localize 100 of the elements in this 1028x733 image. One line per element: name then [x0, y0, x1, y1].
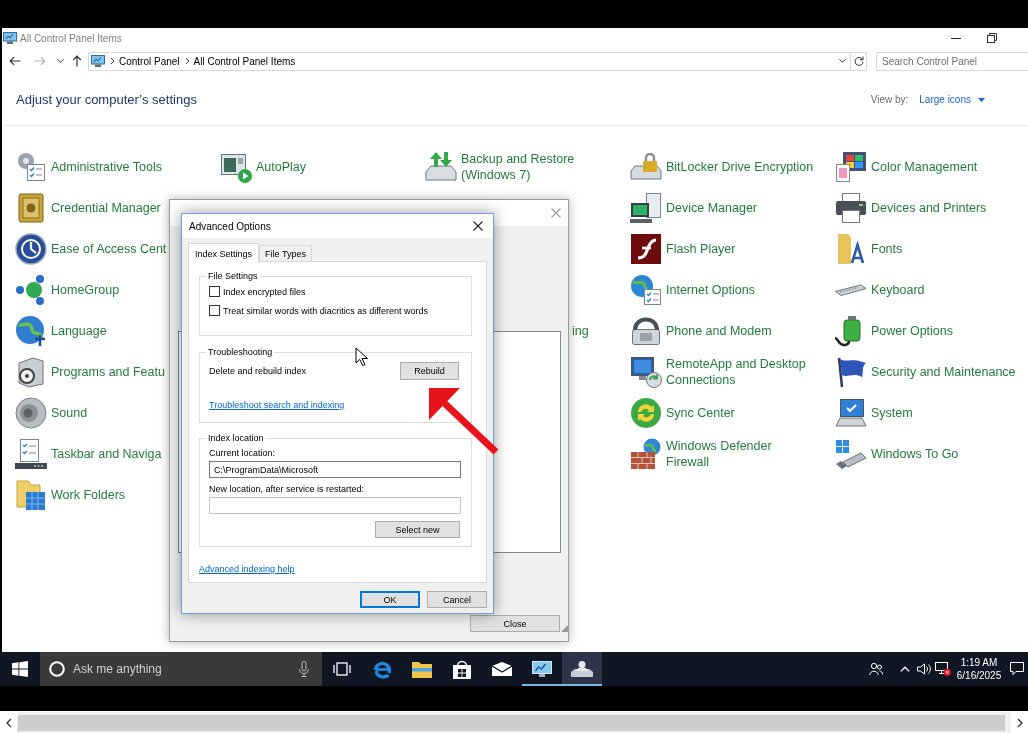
clock-time: 1:19 AM — [960, 656, 998, 669]
address-bar[interactable]: Control Panel All Control Panel Items — [88, 51, 851, 71]
sync-icon — [630, 396, 662, 429]
tab[interactable]: Index Settings — [188, 243, 260, 263]
control-panel-item[interactable]: Power Options — [835, 314, 953, 347]
control-panel-item[interactable]: Credential Manager — [15, 191, 161, 224]
control-panel-item[interactable]: Device Manager — [630, 191, 757, 224]
globe-icon — [15, 314, 47, 347]
input-field[interactable]: C:\ProgramData\Microsoft — [209, 461, 461, 478]
control-panel-item[interactable]: Sync Center — [630, 396, 735, 429]
up-arrow-icon — [72, 55, 82, 67]
arrow-icon — [427, 386, 501, 456]
browser-icon — [372, 659, 392, 679]
chevron-right-icon — [110, 57, 115, 65]
control-panel-item[interactable]: Internet Options — [630, 273, 755, 306]
chevron-up-icon — [900, 666, 910, 672]
control-panel-item[interactable]: Windows To Go — [835, 437, 959, 470]
control-panel-item[interactable]: Devices and Printers — [835, 191, 987, 224]
dialog-button[interactable]: Cancel — [427, 591, 487, 608]
safe-icon — [15, 191, 47, 224]
control-panel-item[interactable]: Windows Defender Firewall — [630, 437, 816, 470]
control-panel-item[interactable]: Security and Maintenance — [835, 355, 1016, 388]
chevron-right-icon — [184, 57, 190, 65]
search-input[interactable]: Ask me anything — [73, 658, 295, 680]
control-panel-item[interactable]: Taskbar and Naviga — [15, 437, 162, 470]
control-panel-item[interactable]: Ease of Access Cent — [15, 232, 167, 265]
help-link[interactable]: Advanced indexing help — [199, 564, 295, 574]
group-title: File Settings — [207, 271, 259, 282]
control-panel-item[interactable]: RemoteApp and Desktop Connections — [630, 355, 816, 388]
brick-wall-globe-icon — [630, 437, 662, 470]
close-icon — [551, 208, 561, 218]
checkbox-label: Index encrypted files — [223, 286, 306, 297]
chevron-left-icon — [5, 717, 12, 728]
shopping-bag-icon — [453, 659, 471, 679]
taskbar-app-button[interactable] — [562, 652, 602, 686]
speaker-icon — [917, 663, 931, 675]
speech-bubble-icon — [1010, 662, 1024, 676]
monitor-chart-icon — [3, 32, 17, 44]
chevron-down-icon — [56, 59, 64, 63]
scrollbar-thumb[interactable] — [18, 714, 1005, 731]
group-title: Troubleshooting — [207, 347, 274, 358]
control-panel-item[interactable]: HomeGroup — [15, 273, 120, 306]
speaker-icon — [15, 396, 47, 429]
laptop-icon — [835, 396, 867, 429]
clock-date: 6/16/2025 — [956, 669, 1002, 682]
drive-padlock-icon — [630, 150, 662, 183]
select-new-button[interactable]: Select new — [375, 521, 460, 538]
refresh-button[interactable] — [851, 51, 867, 71]
control-panel-item[interactable]: System — [835, 396, 913, 429]
people-icon — [869, 662, 883, 676]
gear-document-icon — [15, 150, 47, 183]
restore-icon — [987, 33, 997, 43]
breadcrumb-link[interactable]: All Control Panel Items — [193, 55, 296, 67]
troubleshoot-link[interactable]: Troubleshoot search and indexing — [209, 400, 345, 410]
close-icon — [473, 221, 483, 231]
close-button[interactable]: Close — [470, 615, 561, 632]
control-panel-item[interactable]: Flash Player — [630, 232, 736, 265]
folder-icon — [412, 660, 432, 678]
control-panel-item[interactable]: Work Folders — [15, 478, 126, 511]
clock-dial-icon — [15, 232, 47, 265]
microphone-icon — [299, 661, 309, 677]
dialog-button[interactable]: OK — [360, 591, 420, 608]
control-panel-item[interactable]: Administrative Tools — [15, 150, 162, 183]
control-panel-item[interactable]: Backup and Restore (Windows 7) — [425, 150, 611, 183]
folder-triangle-icon — [835, 232, 867, 265]
control-panel-item[interactable]: Keyboard — [835, 281, 925, 298]
rebuild-button[interactable]: Rebuild — [400, 362, 459, 380]
checklist-taskbar-icon — [15, 437, 47, 470]
control-panel-item[interactable]: BitLocker Drive Encryption — [630, 150, 814, 183]
scroll-left-button[interactable] — [0, 712, 17, 733]
back-arrow-icon — [9, 56, 21, 66]
control-panel-item[interactable]: Color Management — [835, 150, 978, 183]
chevron-right-icon — [1016, 717, 1023, 728]
envelope-icon — [492, 662, 512, 676]
control-panel-item[interactable]: Phone and Modem — [630, 314, 772, 347]
caret-down-icon — [978, 97, 985, 102]
control-panel-item[interactable]: ing — [572, 322, 589, 339]
view-mode-dropdown[interactable]: Large icons — [919, 94, 985, 105]
task-view-icon — [333, 662, 351, 676]
control-panel-item[interactable]: Programs and Featu — [15, 355, 165, 388]
scroll-right-button[interactable] — [1011, 712, 1028, 733]
ring-icon — [49, 661, 65, 677]
control-panel-item[interactable]: Fonts — [835, 232, 903, 265]
field-label: Current location: — [209, 447, 277, 459]
checkbox[interactable] — [209, 286, 220, 297]
search-field[interactable]: Search Control Panel — [876, 51, 1028, 71]
search-field[interactable]: Ask me anything — [40, 652, 322, 686]
input-field[interactable] — [209, 497, 461, 514]
user-drive-icon — [571, 661, 593, 677]
breadcrumb-link[interactable]: Control Panel — [119, 55, 180, 67]
control-panel-item[interactable]: Language — [15, 314, 107, 347]
checkbox-label: Treat similar words with diacritics as different words — [223, 305, 429, 316]
window-title: All Control Panel Items — [20, 32, 122, 44]
control-panel-item[interactable]: Sound — [15, 396, 88, 429]
control-panel-item[interactable]: AutoPlay — [220, 150, 307, 183]
tab[interactable]: File Types — [259, 245, 312, 261]
dots-cluster-icon — [15, 273, 47, 306]
checkbox[interactable] — [209, 305, 220, 316]
cursor-icon — [355, 347, 368, 366]
printer-icon — [835, 191, 867, 224]
